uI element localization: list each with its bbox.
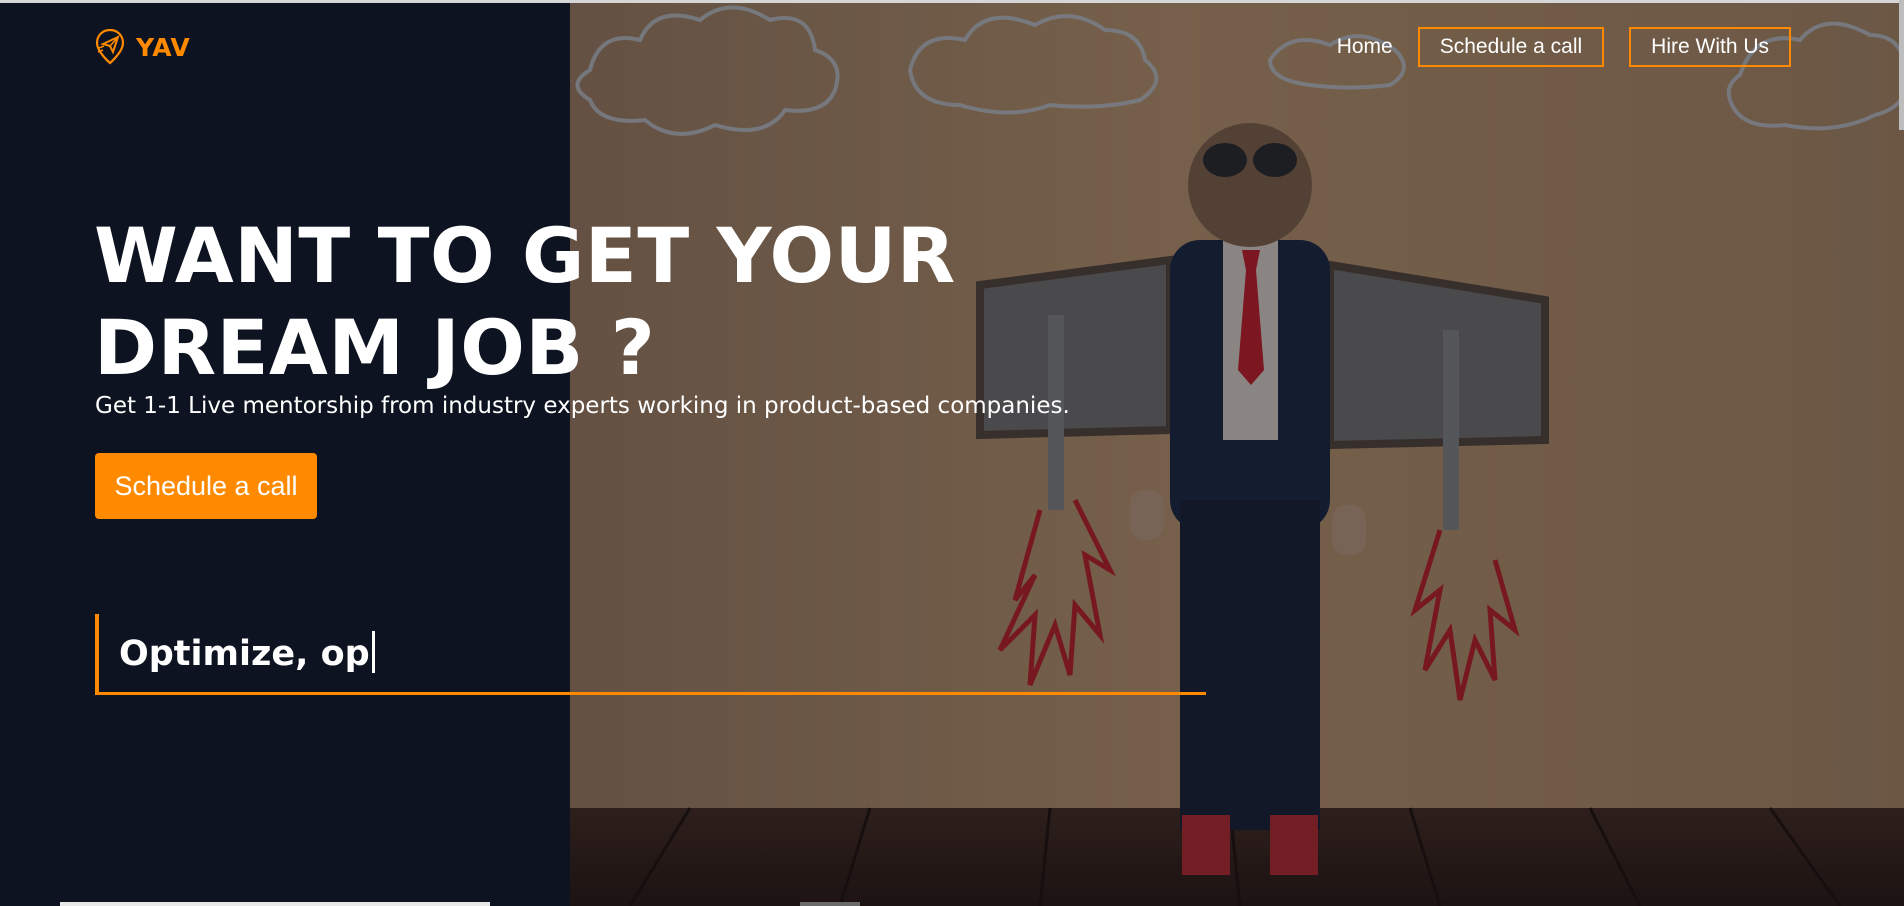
- typing-text: Optimize, op: [119, 634, 370, 674]
- vertical-scrollbar[interactable]: [1899, 0, 1904, 130]
- brand-name: YAV: [136, 32, 191, 62]
- nav-hire-with-us-button[interactable]: Hire With Us: [1629, 27, 1791, 67]
- typing-text-line: Optimize, op: [119, 631, 375, 674]
- typing-text-box: Optimize, op: [95, 614, 1206, 695]
- horizontal-scrollbar-track[interactable]: [60, 902, 490, 906]
- hero-headline: WANT TO GET YOUR DREAM JOB ?: [94, 211, 956, 392]
- hero-schedule-call-button[interactable]: Schedule a call: [95, 453, 317, 519]
- nav-home-link[interactable]: Home: [1337, 35, 1393, 59]
- brand-logo[interactable]: YAV: [94, 28, 190, 66]
- top-nav: Home Schedule a call Hire With Us: [1337, 27, 1791, 67]
- top-border: [0, 0, 1904, 3]
- hero-section: YAV Home Schedule a call Hire With Us WA…: [0, 0, 1904, 906]
- hero-subheadline: Get 1-1 Live mentorship from industry ex…: [95, 393, 1070, 419]
- scroll-indicator: [800, 902, 860, 906]
- typing-caret: [371, 631, 375, 673]
- hero-background-photo: [570, 0, 1904, 906]
- paper-plane-pin-icon: [95, 28, 125, 65]
- nav-schedule-call-button[interactable]: Schedule a call: [1417, 27, 1605, 67]
